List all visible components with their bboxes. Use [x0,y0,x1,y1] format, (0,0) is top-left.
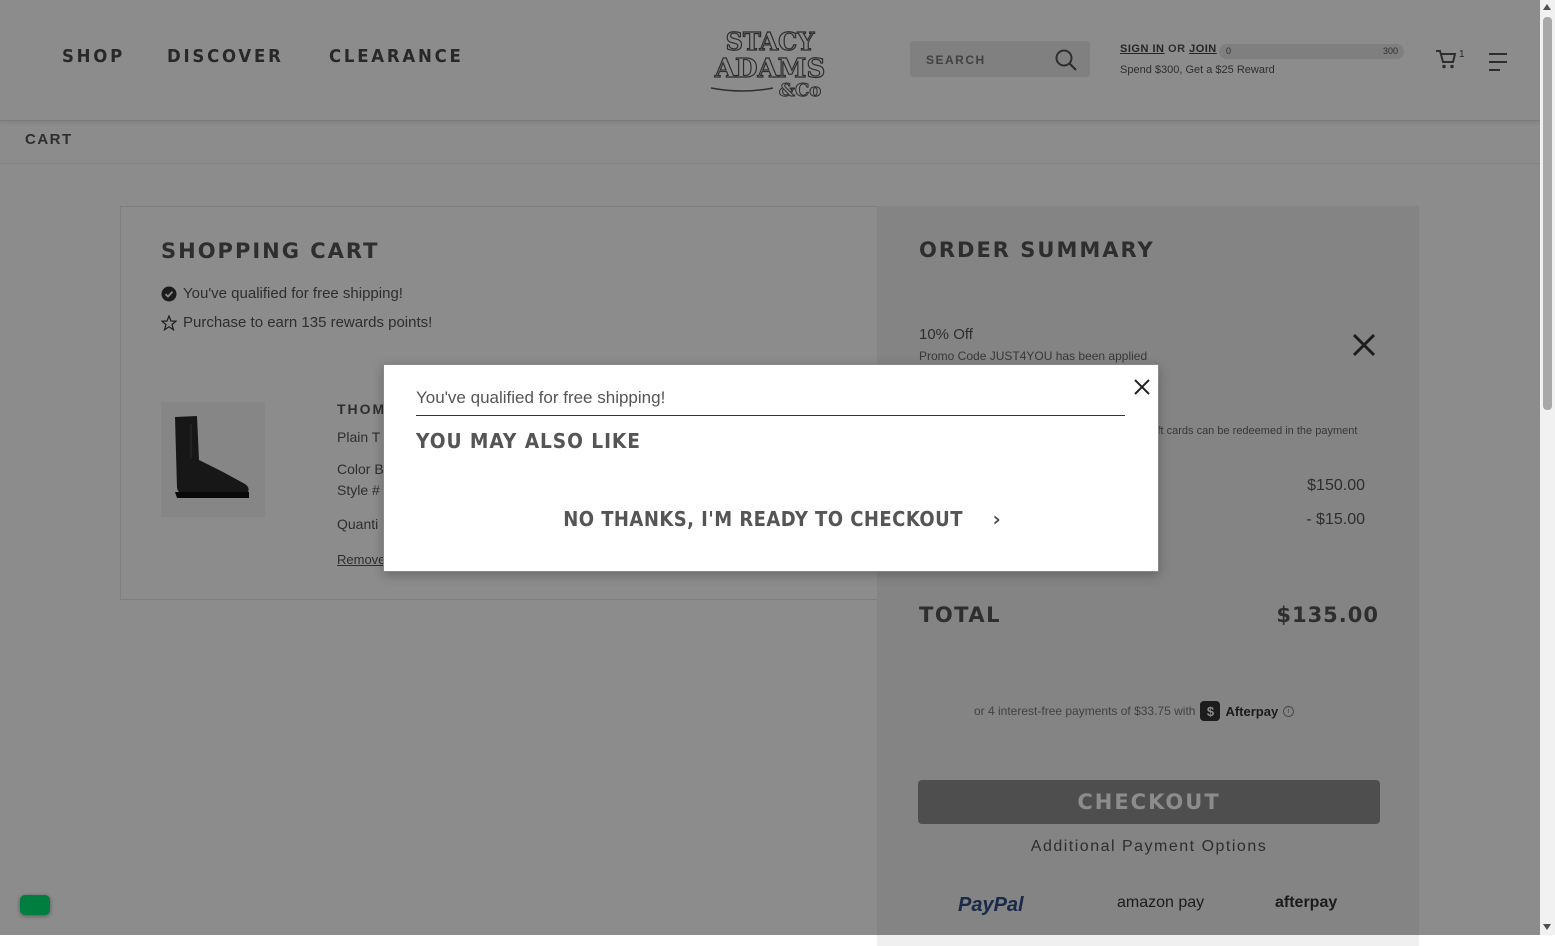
scroll-up-arrow-icon[interactable] [1543,4,1551,10]
scroll-down-arrow-icon[interactable] [1543,924,1551,930]
modal-shipping-message: You've qualified for free shipping! [416,388,666,407]
upsell-modal: You've qualified for free shipping! YOU … [383,364,1159,572]
close-icon[interactable] [1132,377,1152,397]
chevron-right-icon: › [992,507,1002,531]
no-thanks-label: NO THANKS, I'M READY TO CHECKOUT [563,507,963,531]
scrollbar[interactable] [1540,0,1555,935]
no-thanks-checkout-button[interactable]: NO THANKS, I'M READY TO CHECKOUT › [384,507,1158,531]
modal-divider [416,415,1125,416]
scrollbar-thumb[interactable] [1543,17,1552,410]
modal-title: YOU MAY ALSO LIKE [416,429,641,453]
